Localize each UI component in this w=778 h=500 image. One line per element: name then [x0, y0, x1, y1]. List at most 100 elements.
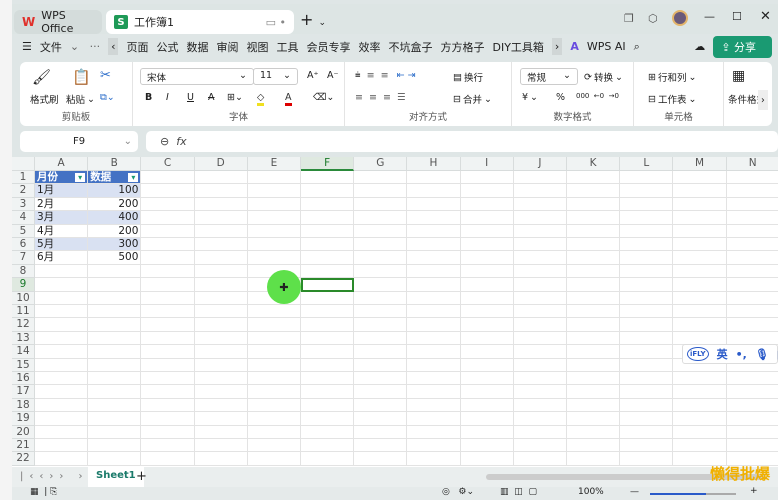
column-header[interactable]: C — [141, 157, 195, 171]
cell[interactable] — [513, 331, 567, 346]
cell[interactable] — [301, 197, 355, 212]
cell[interactable] — [141, 425, 195, 439]
microphone-icon[interactable]: 🎙 — [755, 348, 769, 361]
cell[interactable] — [673, 251, 727, 265]
cell[interactable] — [620, 452, 674, 466]
row-header[interactable]: 8 — [12, 264, 35, 279]
column-header[interactable]: K — [567, 157, 621, 171]
cell[interactable] — [301, 224, 355, 238]
filter-dropdown-icon[interactable]: ▾ — [75, 173, 86, 182]
row-header[interactable]: 3 — [12, 197, 35, 212]
cell[interactable] — [194, 345, 248, 359]
cell[interactable] — [141, 372, 195, 386]
cell[interactable] — [673, 184, 727, 198]
cell[interactable] — [726, 318, 778, 332]
menu-diy[interactable]: DIY工具箱 — [492, 39, 543, 55]
column-header[interactable]: E — [247, 157, 301, 171]
cell[interactable] — [354, 398, 408, 413]
cell[interactable] — [194, 211, 248, 225]
cell[interactable] — [567, 452, 621, 466]
cell[interactable] — [407, 358, 461, 372]
cell[interactable] — [673, 264, 727, 279]
cell[interactable] — [567, 224, 621, 238]
cell[interactable] — [35, 278, 89, 292]
cell[interactable] — [354, 412, 408, 426]
cell[interactable] — [513, 224, 567, 238]
column-header[interactable]: G — [354, 157, 408, 171]
column-header[interactable]: B — [88, 157, 142, 171]
cell[interactable] — [673, 372, 727, 386]
cell[interactable] — [354, 264, 408, 279]
cell[interactable] — [247, 305, 301, 319]
cell[interactable] — [35, 425, 89, 439]
cell[interactable] — [354, 251, 408, 265]
cell[interactable] — [460, 385, 514, 399]
cell[interactable] — [407, 278, 461, 292]
cell[interactable] — [673, 171, 727, 185]
menu-page[interactable]: 页面 — [126, 39, 148, 55]
cell[interactable] — [301, 385, 355, 399]
format-painter-button[interactable]: 格式刷 — [30, 92, 59, 106]
cell[interactable] — [194, 305, 248, 319]
row-header[interactable]: 16 — [12, 372, 35, 386]
cell[interactable] — [673, 224, 727, 238]
cell[interactable] — [354, 238, 408, 252]
cell[interactable] — [726, 412, 778, 426]
cell[interactable] — [513, 398, 567, 413]
cell[interactable] — [460, 439, 514, 453]
cell[interactable] — [407, 452, 461, 466]
row-header[interactable]: 20 — [12, 425, 35, 439]
column-header[interactable]: A — [35, 157, 89, 171]
menu-review[interactable]: 审阅 — [216, 39, 238, 55]
align-top-icon[interactable]: ⩧ ≡ ≡ ⇤ ⇥ — [355, 70, 416, 81]
cell[interactable] — [620, 358, 674, 372]
cell[interactable] — [460, 345, 514, 359]
cell[interactable] — [141, 238, 195, 252]
cell[interactable] — [407, 425, 461, 439]
cell[interactable] — [354, 425, 408, 439]
more-icon[interactable]: ⌄ ··· — [70, 40, 100, 53]
cell[interactable] — [460, 238, 514, 252]
cell[interactable] — [141, 412, 195, 426]
cell[interactable] — [460, 452, 514, 466]
cell[interactable] — [407, 171, 461, 185]
cell[interactable] — [460, 291, 514, 305]
cell[interactable] — [567, 385, 621, 399]
cell[interactable] — [620, 305, 674, 319]
table-cell[interactable]: 500 — [88, 251, 142, 265]
cell[interactable] — [620, 412, 674, 426]
cell[interactable] — [194, 385, 248, 399]
cell[interactable] — [354, 211, 408, 225]
cell[interactable] — [513, 211, 567, 225]
cell[interactable] — [407, 412, 461, 426]
cell[interactable] — [673, 238, 727, 252]
cell[interactable] — [35, 318, 89, 332]
spreadsheet-grid[interactable]: A B C D E F G H I J K L M N 1 2 3 4 5 6 7 8 9 10 11 12 13 14 15 16 17 1… — [12, 157, 778, 467]
strikethrough-button[interactable]: A — [208, 92, 215, 103]
font-name-select[interactable]: 宋体 ⌄ — [140, 68, 254, 85]
avatar[interactable] — [672, 10, 688, 26]
cell[interactable] — [88, 291, 142, 305]
cell[interactable] — [460, 318, 514, 332]
add-sheet-button[interactable]: + — [136, 469, 147, 484]
cell[interactable] — [407, 197, 461, 212]
cell[interactable] — [407, 372, 461, 386]
cell[interactable] — [194, 372, 248, 386]
cell[interactable] — [726, 265, 778, 279]
cell[interactable] — [247, 452, 301, 466]
cell[interactable] — [354, 224, 408, 238]
cell[interactable] — [567, 345, 621, 359]
cell[interactable] — [513, 171, 567, 185]
filter-dropdown-icon[interactable]: ▾ — [128, 173, 139, 182]
row-header[interactable]: 14 — [12, 345, 35, 359]
cell[interactable] — [407, 345, 461, 359]
cell[interactable] — [301, 331, 355, 346]
cell[interactable] — [194, 291, 248, 305]
cell[interactable] — [620, 264, 674, 279]
cell[interactable] — [460, 278, 514, 292]
cell[interactable] — [726, 385, 778, 399]
cell[interactable] — [141, 331, 195, 346]
cell[interactable] — [301, 291, 355, 305]
zoom-out-button[interactable]: — — [630, 487, 639, 497]
cell[interactable] — [141, 318, 195, 332]
